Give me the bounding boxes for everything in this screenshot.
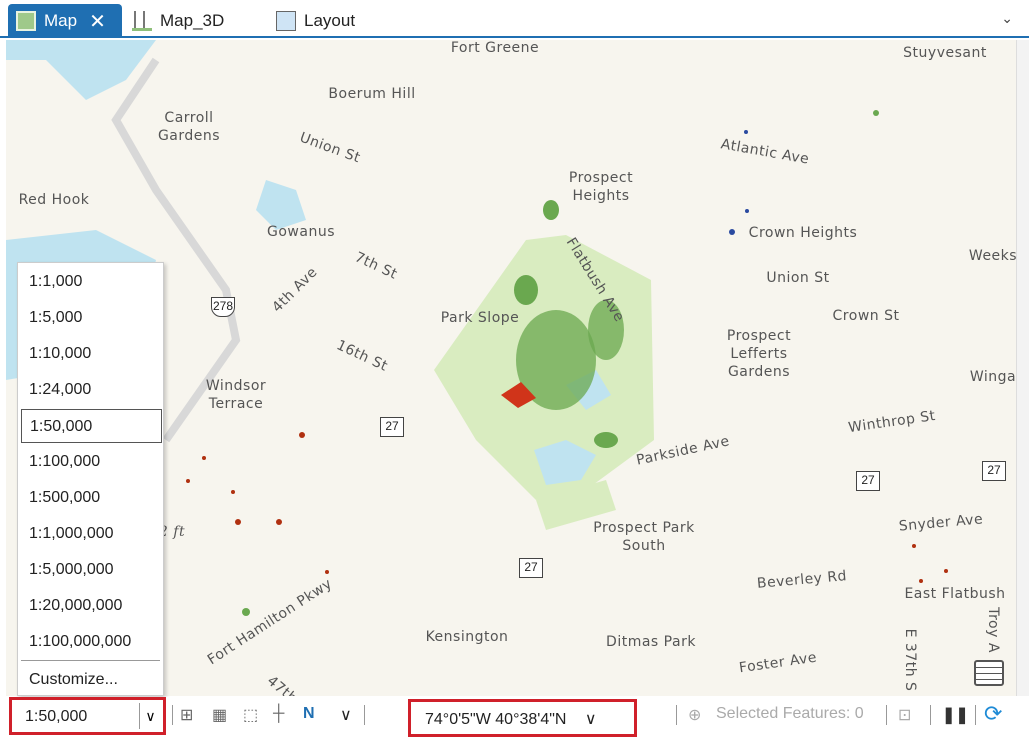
selected-features-count[interactable]: Selected Features: 0: [716, 705, 864, 723]
tab-label: Map_3D: [160, 11, 225, 30]
table-icon[interactable]: ⊡: [898, 705, 911, 725]
map-label: Weeks: [968, 248, 1016, 264]
map-label: Prospect Heights: [568, 170, 634, 204]
map-label: Boerum Hill: [328, 86, 416, 102]
layout-icon: [276, 11, 296, 31]
scale-option[interactable]: 1:5,000: [21, 301, 162, 335]
map-label: Park Slope: [440, 310, 520, 326]
map-label: East Flatbush: [904, 586, 1006, 602]
scale-option[interactable]: 1:1,000: [21, 265, 162, 299]
map-label: E 37th S: [902, 628, 918, 692]
map-view-tabs: Map ✕ Map_3D Layout ⌄: [0, 0, 1029, 38]
selected-features-icon: ⊕: [688, 707, 702, 724]
map-status-bar: 1:50,000 ∨ ⊞ ▦ ⬚ ┼ N ∨ 74°0'5"W 40°38'4"…: [0, 697, 1029, 741]
map-label: Red Hook: [18, 192, 90, 208]
refresh-icon[interactable]: ⟳: [984, 701, 1002, 727]
basemap-gallery-icon[interactable]: [974, 660, 1004, 686]
map-label: Troy A: [985, 607, 1001, 653]
scale-option[interactable]: 1:100,000,000: [21, 625, 162, 659]
tabs-overflow-chevron-icon[interactable]: ⌄: [1001, 10, 1013, 27]
snapping-icon[interactable]: ⬚: [243, 705, 258, 725]
route-shield: 27: [982, 461, 1006, 481]
chevron-down-icon[interactable]: ∨: [340, 705, 352, 725]
map-label: Kensington: [425, 629, 509, 645]
divider: [21, 660, 160, 661]
scale-selector[interactable]: 1:50,000 ∨: [9, 697, 166, 735]
divider: [886, 705, 887, 725]
divider: [930, 705, 931, 725]
map-label: Winga: [969, 369, 1016, 385]
tab-layout[interactable]: Layout: [276, 4, 355, 38]
route-shield: 27: [856, 471, 880, 491]
divider: [676, 705, 677, 725]
map-label: Carroll Gardens: [157, 110, 221, 144]
map-label: Windsor Terrace: [205, 378, 267, 412]
scale-option[interactable]: 1:5,000,000: [21, 553, 162, 587]
map-label: Ditmas Park: [606, 634, 696, 650]
customize-scale-option[interactable]: Customize...: [21, 663, 162, 697]
map-label: Crown St: [832, 308, 900, 324]
interstate-shield: 278: [211, 297, 235, 317]
map-label: Fort Greene: [450, 40, 540, 56]
scale-dropdown-list: 1:1,000 1:5,000 1:10,000 1:24,000 1:50,0…: [17, 262, 164, 696]
map-3d-icon: [132, 11, 152, 31]
map-label: Prospect Park South: [593, 520, 695, 554]
scale-option[interactable]: 1:10,000: [21, 337, 162, 371]
tab-label: Layout: [304, 11, 356, 30]
scale-value: 1:50,000: [25, 708, 88, 725]
scale-option[interactable]: 1:20,000,000: [21, 589, 162, 623]
scale-option[interactable]: 1:24,000: [21, 373, 162, 407]
north-arrow-icon[interactable]: N: [303, 705, 315, 723]
chevron-down-icon[interactable]: ∨: [585, 711, 597, 728]
route-shield: 27: [519, 558, 543, 578]
constraints-icon[interactable]: ┼: [273, 705, 284, 723]
divider: [975, 705, 976, 725]
divider: [172, 705, 173, 725]
map-label: Union St: [766, 270, 830, 286]
tab-map[interactable]: Map ✕: [8, 4, 122, 38]
scale-option[interactable]: 1:100,000: [21, 445, 162, 479]
map-label: Crown Heights: [748, 225, 858, 241]
map-scrollbar[interactable]: [1016, 40, 1029, 696]
map-label: Gowanus: [267, 224, 335, 240]
close-icon[interactable]: ✕: [89, 9, 106, 34]
map-label: Stuyvesant: [903, 45, 987, 61]
grid-icon[interactable]: ▦: [212, 705, 227, 725]
tab-map-3d[interactable]: Map_3D: [132, 4, 224, 38]
pause-icon[interactable]: ❚❚: [942, 705, 969, 725]
scale-option[interactable]: 1:500,000: [21, 481, 162, 515]
add-grid-icon[interactable]: ⊞: [180, 705, 193, 725]
map-label: Prospect Lefferts Gardens: [726, 328, 792, 380]
scale-option-selected[interactable]: 1:50,000: [21, 409, 162, 443]
tab-label: Map: [44, 11, 78, 30]
divider: [364, 705, 365, 725]
coordinate-readout[interactable]: 74°0'5"W 40°38'4"N ∨: [408, 699, 637, 737]
chevron-down-icon[interactable]: ∨: [139, 703, 161, 729]
map-icon: [16, 11, 36, 31]
route-shield: 27: [380, 417, 404, 437]
scale-option[interactable]: 1:1,000,000: [21, 517, 162, 551]
coordinates-value: 74°0'5"W 40°38'4"N: [425, 711, 567, 728]
